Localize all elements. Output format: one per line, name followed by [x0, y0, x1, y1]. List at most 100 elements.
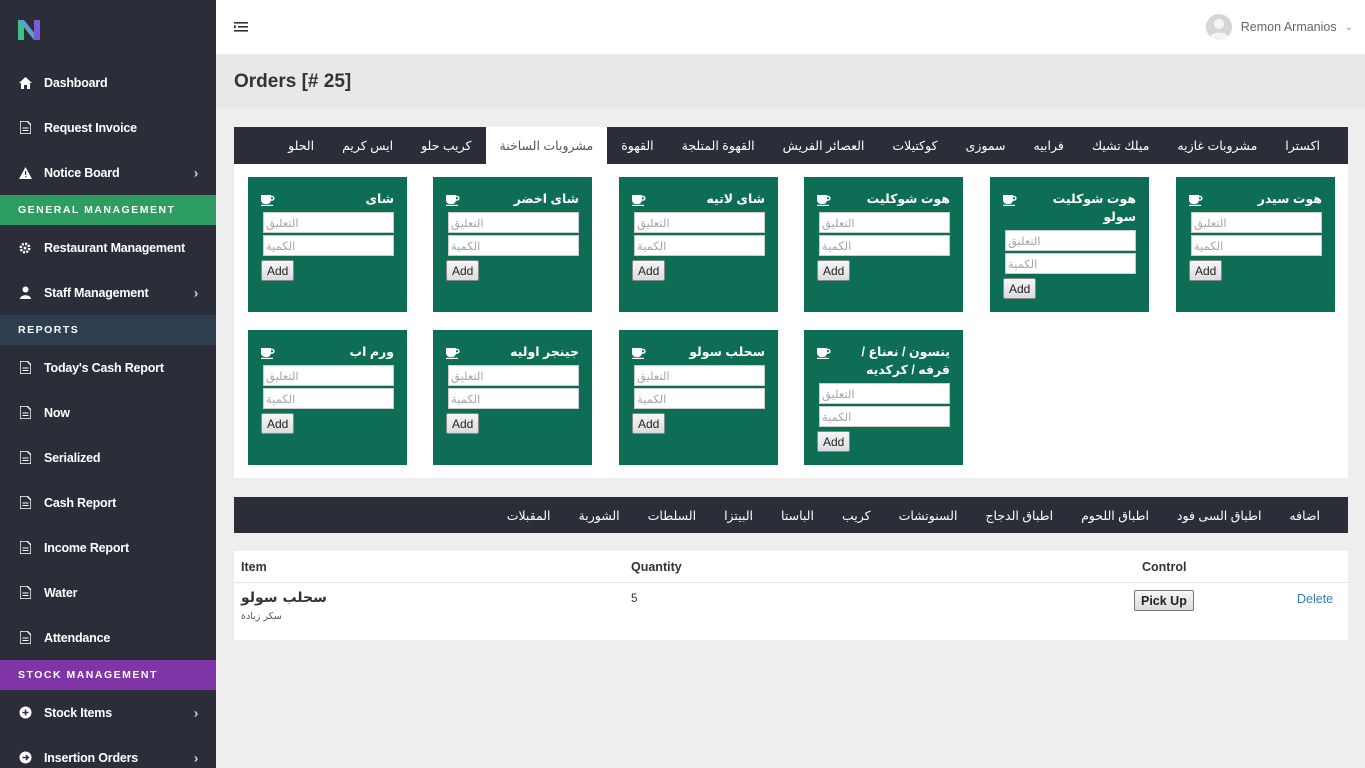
- quantity-input[interactable]: [819, 406, 950, 427]
- order-item-note: سكر زيادة: [241, 611, 282, 622]
- sidebar-item-stock-items[interactable]: Stock Items ›: [0, 690, 216, 735]
- quantity-input[interactable]: [819, 235, 950, 256]
- comment-input[interactable]: [448, 212, 579, 233]
- sidebar-item-todays-cash-report[interactable]: Today's Cash Report: [0, 345, 216, 390]
- quantity-input[interactable]: [1191, 235, 1322, 256]
- tab-iced-coffee[interactable]: القهوة المتلجة: [668, 127, 769, 164]
- comment-input[interactable]: [263, 212, 394, 233]
- quantity-input[interactable]: [448, 235, 579, 256]
- sidebar-item-dashboard[interactable]: Dashboard: [0, 60, 216, 105]
- chevron-right-icon: ›: [193, 285, 198, 300]
- tab-appetizers[interactable]: المقبلات: [493, 497, 565, 534]
- quantity-input[interactable]: [634, 235, 765, 256]
- add-button[interactable]: Add: [261, 260, 295, 281]
- comment-input[interactable]: [819, 383, 950, 404]
- tab-salads[interactable]: السلطات: [634, 497, 710, 534]
- tab-ice-cream[interactable]: ايس كريم: [328, 127, 407, 164]
- add-button[interactable]: Add: [632, 260, 666, 281]
- tab-milkshake[interactable]: ميلك تشيك: [1078, 127, 1164, 164]
- sidebar-item-income-report[interactable]: Income Report: [0, 525, 216, 570]
- quantity-input[interactable]: [263, 388, 394, 409]
- sidebar-item-now[interactable]: Now: [0, 390, 216, 435]
- tab-coffee[interactable]: القهوة: [607, 127, 667, 164]
- add-button[interactable]: Add: [446, 413, 480, 434]
- user-menu[interactable]: Remon Armanios ⌄: [1205, 14, 1353, 40]
- add-button[interactable]: Add: [817, 260, 851, 281]
- warning-icon: [18, 166, 32, 180]
- sidebar-item-attendance[interactable]: Attendance: [0, 615, 216, 660]
- tab-cocktails[interactable]: كوكتيلات: [878, 127, 951, 164]
- comment-input[interactable]: [448, 365, 579, 386]
- delete-link[interactable]: Delete: [1297, 592, 1333, 606]
- comment-input[interactable]: [1191, 212, 1322, 233]
- comment-input[interactable]: [263, 365, 394, 386]
- tab-seafood[interactable]: اطباق السى فود: [1163, 497, 1276, 534]
- sidebar-item-water[interactable]: Water: [0, 570, 216, 615]
- tab-extra[interactable]: اكسترا: [1271, 127, 1334, 164]
- tab-soft-drinks[interactable]: مشروبات غازيه: [1163, 127, 1271, 164]
- tab-frappe[interactable]: فرابيه: [1020, 127, 1078, 164]
- chevron-right-icon: ›: [193, 705, 198, 720]
- tab-smoothie[interactable]: سموزى: [952, 127, 1020, 164]
- add-button[interactable]: Add: [817, 431, 851, 452]
- sidebar-item-label: Water: [44, 585, 78, 600]
- tab-sandwiches[interactable]: السنوتشات: [885, 497, 972, 534]
- tab-sweet-crepe[interactable]: كريب حلو: [407, 127, 485, 164]
- tab-fresh-juices[interactable]: العصائر الفريش: [769, 127, 879, 164]
- order-table: Item Quantity Control سحلب سولو سكر زياد…: [234, 551, 1348, 640]
- add-button[interactable]: Add: [1003, 278, 1037, 299]
- coffee-cup-icon: [817, 193, 831, 206]
- tab-meat-dishes[interactable]: اطباق اللحوم: [1067, 497, 1163, 534]
- item-card: سحلب سولو Add: [619, 330, 778, 465]
- menu-toggle-icon[interactable]: [234, 20, 248, 34]
- order-item-name: سحلب سولو: [241, 590, 327, 606]
- item-card: شاى اخضر Add: [433, 177, 592, 312]
- tab-pasta[interactable]: الباستا: [767, 497, 828, 534]
- plus-circle-icon: [18, 706, 32, 720]
- item-name: سحلب سولو: [689, 345, 765, 359]
- sidebar-item-label: Cash Report: [44, 495, 117, 510]
- tab-crepe[interactable]: كريب: [828, 497, 885, 534]
- sidebar-item-request-invoice[interactable]: Request Invoice: [0, 105, 216, 150]
- chevron-down-icon: ⌄: [1344, 21, 1353, 33]
- sidebar-item-label: Stock Items: [44, 705, 112, 720]
- sidebar-item-staff-management[interactable]: Staff Management ›: [0, 270, 216, 315]
- gear-icon: [18, 241, 32, 255]
- tab-soup[interactable]: الشوربة: [565, 497, 634, 534]
- sidebar-item-label: Serialized: [44, 450, 101, 465]
- column-header-quantity: Quantity: [631, 560, 682, 574]
- item-card: ينسون / نعناع / قرفه / كركديه Add: [804, 330, 963, 465]
- add-button[interactable]: Add: [632, 413, 666, 434]
- add-button[interactable]: Add: [446, 260, 480, 281]
- coffee-cup-icon: [446, 193, 460, 206]
- tab-chicken-dishes[interactable]: اطباق الدجاج: [971, 497, 1067, 534]
- comment-input[interactable]: [634, 212, 765, 233]
- add-button[interactable]: Add: [1189, 260, 1223, 281]
- sidebar-item-label: Attendance: [44, 630, 111, 645]
- quantity-input[interactable]: [634, 388, 765, 409]
- sidebar-item-notice-board[interactable]: Notice Board ›: [0, 150, 216, 195]
- tab-desserts[interactable]: الحلو: [274, 127, 328, 164]
- comment-input[interactable]: [634, 365, 765, 386]
- sidebar-item-restaurant-management[interactable]: Restaurant Management: [0, 225, 216, 270]
- tab-hot-drinks[interactable]: مشروبات الساخنة: [485, 127, 608, 164]
- item-name: ينسون / نعناع / قرفه / كركديه: [861, 345, 950, 377]
- quantity-input[interactable]: [263, 235, 394, 256]
- tab-pizza[interactable]: البيتزا: [710, 497, 767, 534]
- quantity-input[interactable]: [1005, 253, 1136, 274]
- document-icon: [18, 586, 32, 600]
- sidebar-item-cash-report[interactable]: Cash Report: [0, 480, 216, 525]
- pick-up-button[interactable]: Pick Up: [1134, 590, 1194, 611]
- add-button[interactable]: Add: [261, 413, 295, 434]
- document-icon: [18, 361, 32, 375]
- app-logo[interactable]: [0, 0, 216, 60]
- item-name: هوت شوكليت سولو: [1052, 192, 1136, 224]
- quantity-input[interactable]: [448, 388, 579, 409]
- sidebar-item-serialized[interactable]: Serialized: [0, 435, 216, 480]
- coffee-cup-icon: [632, 346, 646, 359]
- tab-additions[interactable]: اضافه: [1275, 497, 1334, 534]
- comment-input[interactable]: [1005, 230, 1136, 251]
- sidebar-item-insertion-orders[interactable]: Insertion Orders ›: [0, 735, 216, 768]
- comment-input[interactable]: [819, 212, 950, 233]
- sidebar-item-label: Insertion Orders: [44, 750, 139, 765]
